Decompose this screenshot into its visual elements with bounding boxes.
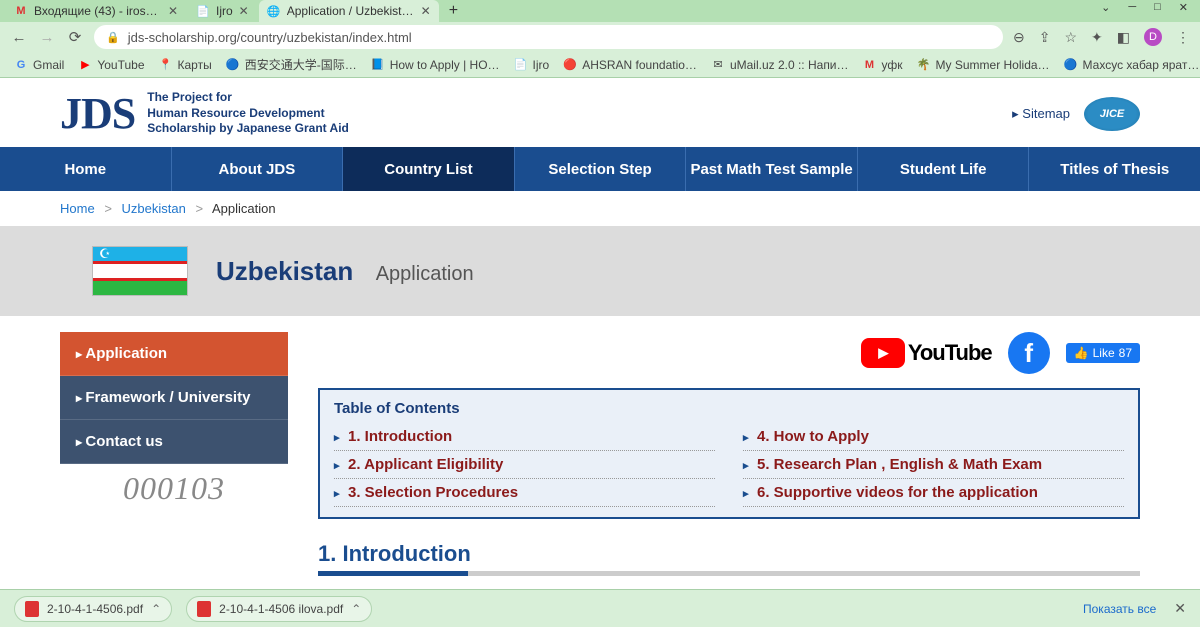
tab-jds[interactable]: 🌐 Application / Uzbekistan - JDS ✕ — [259, 0, 439, 22]
uzbekistan-flag-icon — [92, 246, 188, 296]
minimize-button[interactable]: ─ — [1128, 1, 1136, 13]
bookmark-ijro[interactable]: 📄Ijro — [514, 58, 550, 72]
show-all-link[interactable]: Показать все — [1083, 602, 1156, 616]
bookmarks-bar: GGmail ▶YouTube 📍Карты 🔵西安交通大学-国际… 📘How … — [0, 52, 1200, 78]
nav-country[interactable]: Country List — [343, 147, 515, 191]
logo[interactable]: JDS The Project for Human Resource Devel… — [60, 88, 349, 139]
downloads-bar: 2-10-4-1-4506.pdf ⌃ 2-10-4-1-4506 ilova.… — [0, 589, 1200, 627]
new-tab-button[interactable]: + — [441, 2, 466, 20]
country-banner: Uzbekistan Application — [0, 226, 1200, 316]
jice-logo[interactable]: JICE — [1084, 97, 1140, 131]
toc-item-5[interactable]: 5. Research Plan , English & Math Exam — [743, 451, 1124, 479]
toc-item-3[interactable]: 3. Selection Procedures — [334, 479, 715, 507]
reload-button[interactable]: ⟳ — [66, 28, 84, 46]
close-icon[interactable]: ✕ — [239, 4, 249, 18]
youtube-play-icon: ▶ — [861, 338, 905, 368]
visit-counter: 000103 — [60, 464, 288, 513]
crumb-home[interactable]: Home — [60, 201, 95, 216]
close-icon[interactable]: ✕ — [421, 4, 431, 18]
url-text: jds-scholarship.org/country/uzbekistan/i… — [128, 30, 412, 45]
pdf-icon — [197, 601, 211, 617]
download-name: 2-10-4-1-4506 ilova.pdf — [219, 602, 343, 616]
nav-selection[interactable]: Selection Step — [515, 147, 687, 191]
bookmark-xjtu[interactable]: 🔵西安交通大学-国际… — [226, 56, 357, 73]
doc-icon: 📄 — [196, 4, 210, 18]
forward-button[interactable]: → — [38, 29, 56, 46]
tab-ijro[interactable]: 📄 Ijro ✕ — [188, 0, 257, 22]
crumb-country[interactable]: Uzbekistan — [122, 201, 186, 216]
logo-text: JDS — [60, 88, 135, 139]
nav-math[interactable]: Past Math Test Sample — [686, 147, 858, 191]
toc-item-6[interactable]: 6. Supportive videos for the application — [743, 479, 1124, 507]
url-bar[interactable]: 🔒 jds-scholarship.org/country/uzbekistan… — [94, 25, 1003, 49]
sidebar-item-contact[interactable]: Contact us — [60, 420, 288, 464]
tab-title: Ijro — [216, 4, 233, 18]
nav-about[interactable]: About JDS — [172, 147, 344, 191]
tabs-row: M Входящие (43) - irossu1420@gm ✕ 📄 Ijro… — [0, 0, 1200, 22]
zoom-icon[interactable]: ⊖ — [1013, 29, 1025, 46]
youtube-link[interactable]: ▶ YouTube — [861, 338, 992, 368]
bookmark-maps[interactable]: 📍Карты — [159, 58, 212, 72]
section-title: 1. Introduction — [318, 541, 1140, 567]
chevron-down-icon[interactable]: ⌄ — [1101, 1, 1110, 14]
bookmark-gmail[interactable]: GGmail — [14, 58, 64, 72]
chevron-up-icon[interactable]: ⌃ — [151, 602, 161, 616]
address-row: ← → ⟳ 🔒 jds-scholarship.org/country/uzbe… — [0, 22, 1200, 52]
sidebar-item-framework[interactable]: Framework / University — [60, 376, 288, 420]
table-of-contents: Table of Contents 1. Introduction 4. How… — [318, 388, 1140, 519]
nav-student[interactable]: Student Life — [858, 147, 1030, 191]
main-nav: Home About JDS Country List Selection St… — [0, 147, 1200, 191]
bookmark-summer[interactable]: 🌴My Summer Holida… — [917, 58, 1050, 72]
tab-title: Application / Uzbekistan - JDS — [287, 4, 415, 18]
toc-item-1[interactable]: 1. Introduction — [334, 423, 715, 451]
nav-home[interactable]: Home — [0, 147, 172, 191]
download-item[interactable]: 2-10-4-1-4506 ilova.pdf ⌃ — [186, 596, 372, 622]
crumb-current: Application — [212, 201, 276, 216]
logo-subtitle: The Project for Human Resource Developme… — [147, 90, 349, 137]
menu-icon[interactable]: ⋮ — [1176, 29, 1190, 46]
bookmark-umail[interactable]: ✉uMail.uz 2.0 :: Напи… — [711, 58, 849, 72]
pdf-icon — [25, 601, 39, 617]
breadcrumb: Home > Uzbekistan > Application — [0, 191, 1200, 226]
chevron-up-icon[interactable]: ⌃ — [351, 602, 361, 616]
star-icon[interactable]: ☆ — [1064, 29, 1077, 46]
bookmark-ufk[interactable]: Mуфк — [863, 58, 903, 72]
close-icon[interactable]: ✕ — [168, 4, 178, 18]
bookmark-ahsran[interactable]: 🔴AHSRAN foundatio… — [563, 58, 697, 72]
country-name: Uzbekistan — [216, 256, 353, 286]
avatar[interactable]: D — [1144, 28, 1162, 46]
page-header: JDS The Project for Human Resource Devel… — [0, 78, 1200, 147]
download-item[interactable]: 2-10-4-1-4506.pdf ⌃ — [14, 596, 172, 622]
download-name: 2-10-4-1-4506.pdf — [47, 602, 143, 616]
maximize-button[interactable]: □ — [1154, 1, 1161, 13]
close-window-button[interactable]: ✕ — [1179, 1, 1188, 14]
gmail-icon: M — [14, 4, 28, 18]
close-icon[interactable]: ✕ — [1174, 600, 1186, 617]
thumbs-up-icon: 👍 — [1074, 346, 1089, 360]
panel-icon[interactable]: ◧ — [1117, 29, 1130, 46]
toc-item-4[interactable]: 4. How to Apply — [743, 423, 1124, 451]
globe-icon: 🌐 — [267, 4, 281, 18]
sitemap-link[interactable]: ▸ Sitemap — [1012, 106, 1070, 122]
nav-thesis[interactable]: Titles of Thesis — [1029, 147, 1200, 191]
share-icon[interactable]: ⇪ — [1039, 29, 1051, 46]
extensions-icon[interactable]: ✦ — [1091, 29, 1103, 46]
tab-title: Входящие (43) - irossu1420@gm — [34, 4, 162, 18]
tab-gmail[interactable]: M Входящие (43) - irossu1420@gm ✕ — [6, 0, 186, 22]
lock-icon: 🔒 — [106, 31, 120, 44]
bookmark-youtube[interactable]: ▶YouTube — [78, 58, 144, 72]
toc-item-2[interactable]: 2. Applicant Eligibility — [334, 451, 715, 479]
bookmark-howapply[interactable]: 📘How to Apply | HO… — [371, 58, 500, 72]
facebook-link[interactable]: f — [1008, 332, 1050, 374]
bookmark-maxsus[interactable]: 🔵Махсус хабар ярат… — [1064, 58, 1200, 72]
country-subtitle: Application — [376, 263, 474, 285]
fb-like-button[interactable]: 👍 Like 87 — [1066, 343, 1140, 363]
toc-title: Table of Contents — [334, 400, 1124, 417]
sidebar-item-application[interactable]: Application — [60, 332, 288, 376]
section-heading: 1. Introduction — [318, 541, 1140, 576]
back-button[interactable]: ← — [10, 29, 28, 46]
